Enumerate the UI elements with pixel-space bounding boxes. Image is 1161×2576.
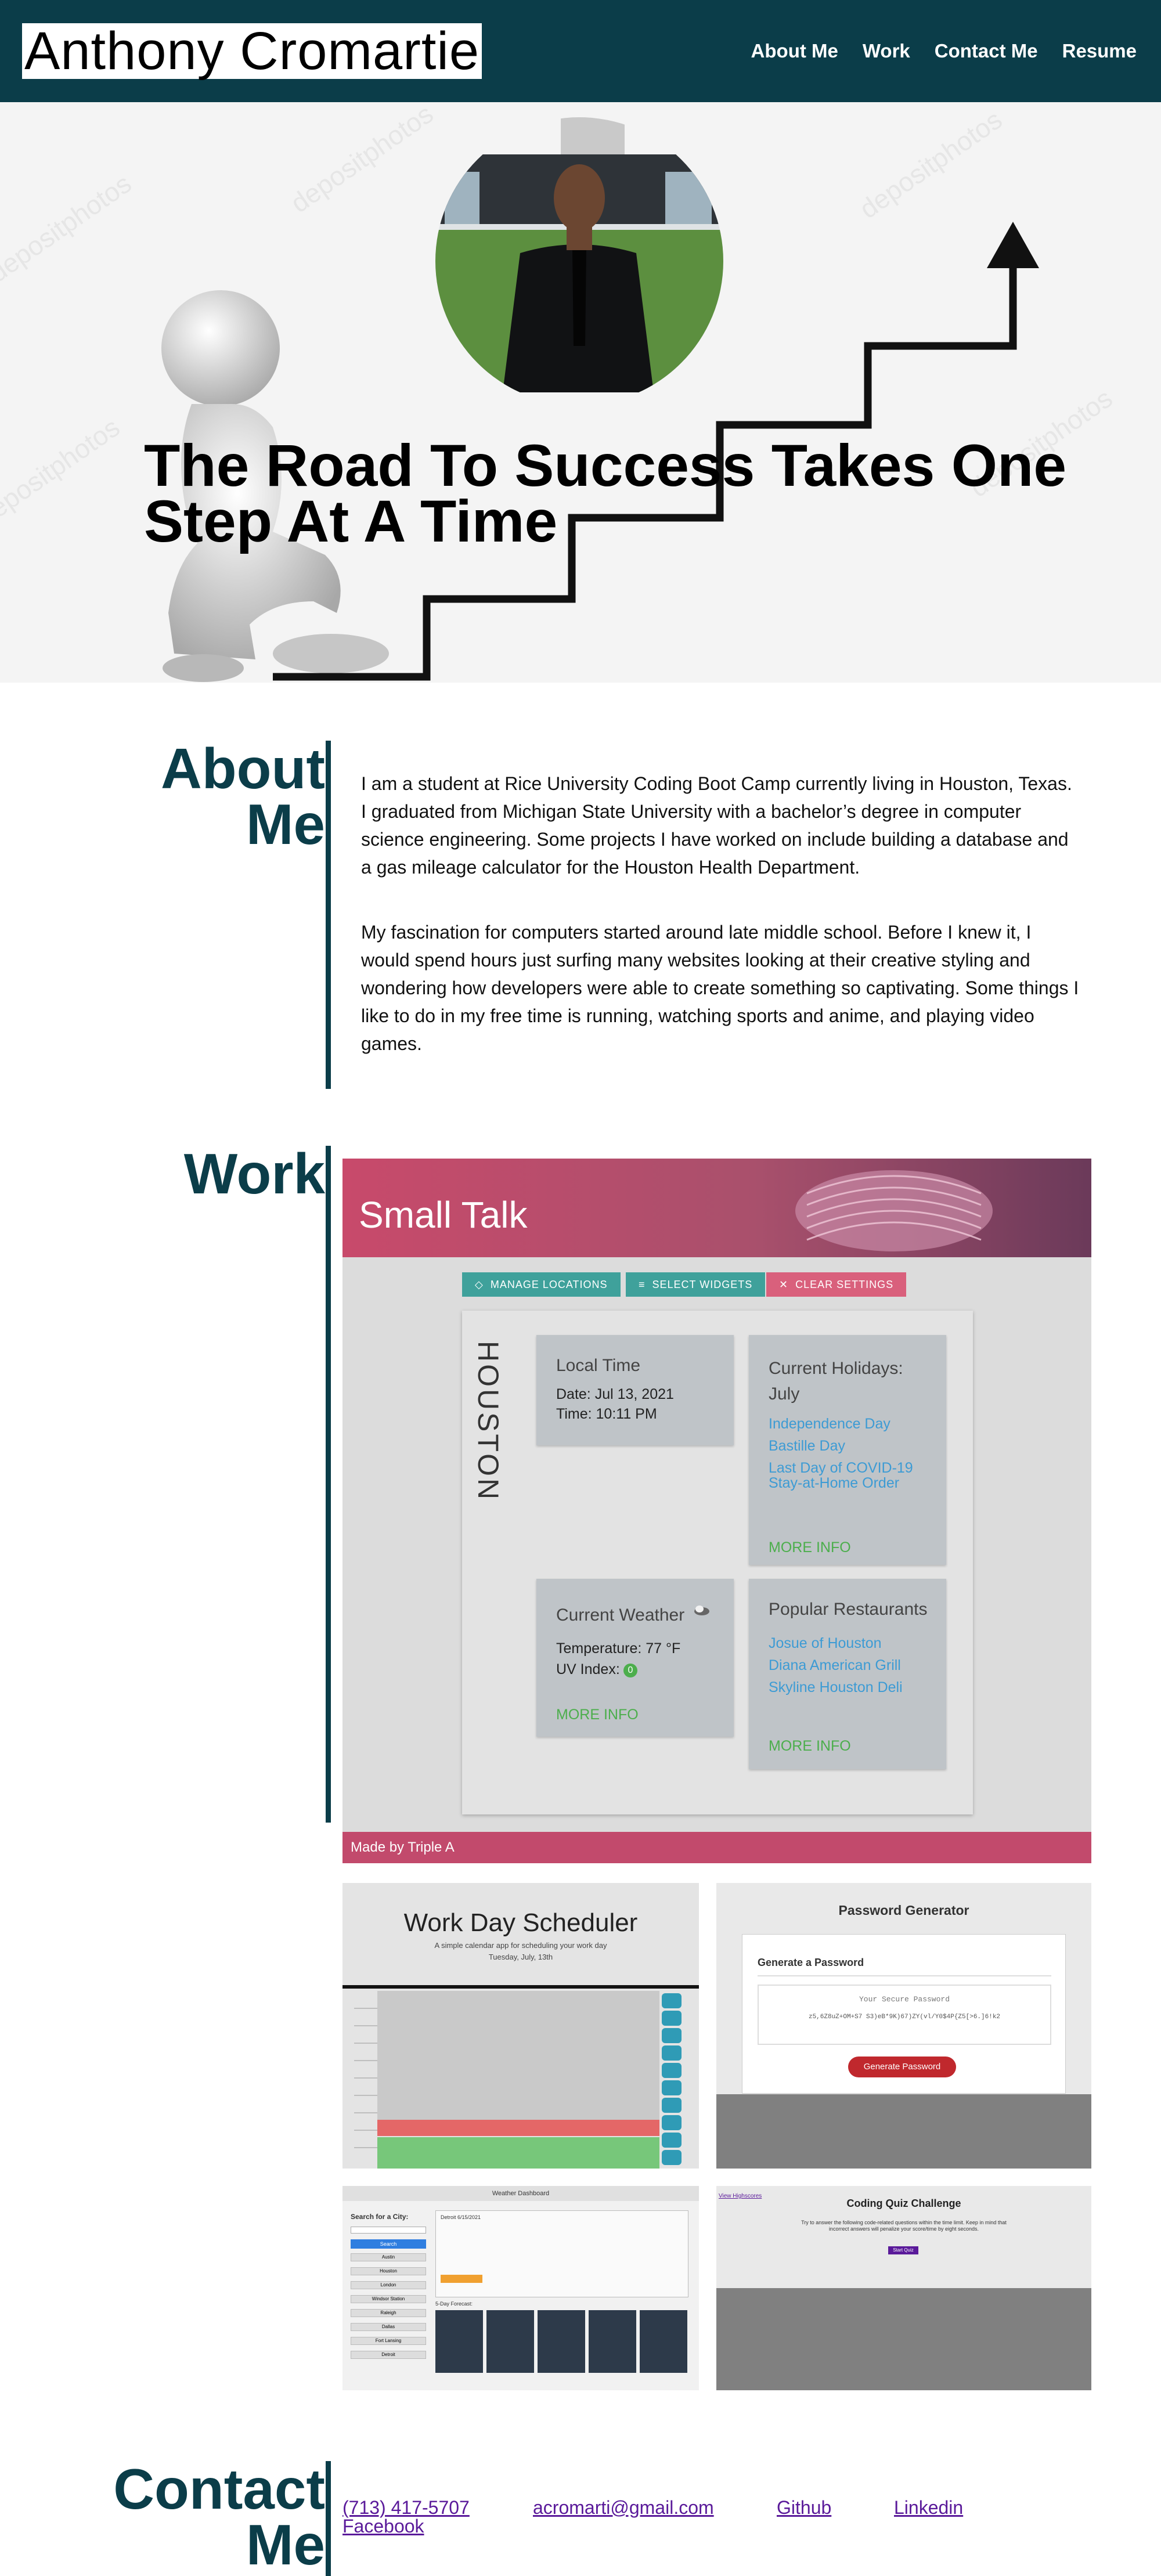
microphone-image <box>795 1170 993 1251</box>
password-output[interactable]: Your Secure Password z5,6Z8uZ+OM+S7 S3)e… <box>758 1985 1051 2045</box>
main-nav: About Me Work Contact Me Resume <box>751 0 1161 102</box>
current-weather: Detroit 6/15/2021 <box>435 2210 688 2297</box>
local-time: Time: 10:11 PM <box>556 1406 657 1422</box>
quiz-title: Coding Quiz Challenge <box>846 2198 961 2209</box>
clear-settings-button[interactable]: ✕ CLEAR SETTINGS <box>766 1272 907 1297</box>
quiz-instructions: Try to answer the following code-related… <box>801 2220 1007 2232</box>
password-card: Generate a Password Your Secure Password… <box>742 1934 1066 2094</box>
uv-label: UV Index: <box>556 1661 620 1677</box>
local-date: Date: Jul 13, 2021 <box>556 1386 674 1402</box>
panel-heading: Local Time <box>556 1356 641 1375</box>
weather-temp: Temperature: 77 °F <box>556 1640 681 1657</box>
password-card-title: Generate a Password <box>758 1957 864 1968</box>
profile-photo <box>435 117 723 392</box>
restaurant-link[interactable]: Diana American Grill <box>769 1658 901 1673</box>
city-name: HOUSTON <box>472 1341 504 1502</box>
city-search-button[interactable]: Search <box>351 2239 426 2249</box>
restaurant-link[interactable]: Josue of Houston <box>769 1636 882 1651</box>
holiday-link[interactable]: Independence Day <box>769 1416 890 1431</box>
city-search-input[interactable] <box>351 2227 426 2234</box>
forecast-cards <box>435 2310 688 2373</box>
email-link[interactable]: acromarti@gmail.com <box>533 2497 714 2519</box>
weather-header: Weather Dashboard <box>342 2186 699 2201</box>
quiz-overlay <box>716 2288 1091 2390</box>
city-history-item[interactable]: Austin <box>351 2253 426 2261</box>
panel-heading: Current Holidays: July <box>769 1359 903 1404</box>
small-talk-footer: Made by Triple A <box>342 1832 1091 1863</box>
nav-about[interactable]: About Me <box>751 40 838 62</box>
local-time-panel: Local Time Date: Jul 13, 2021 Time: 10:1… <box>536 1335 734 1445</box>
restaurants-panel: Popular Restaurants Josue of Houston Dia… <box>749 1579 946 1769</box>
hero-banner: depositphotos depositphotos depositphoto… <box>0 102 1161 683</box>
hero-title: The Road To Success Takes One Step At A … <box>144 432 1067 554</box>
site-header: Anthony Cromartie About Me Work Contact … <box>0 0 1161 102</box>
scheduler-rows <box>342 1991 699 2169</box>
linkedin-link[interactable]: Linkedin <box>894 2497 963 2519</box>
more-info-link[interactable]: MORE INFO <box>769 1738 851 1755</box>
manage-locations-button[interactable]: ◇ MANAGE LOCATIONS <box>462 1272 621 1297</box>
facebook-link[interactable]: Facebook <box>342 2516 424 2537</box>
password-value: z5,6Z8uZ+OM+S7 S3)eB*9K)67)ZY(vl/Y0$4P{Z… <box>808 2014 1001 2021</box>
city-history-item[interactable]: Houston <box>351 2267 426 2275</box>
restaurant-link[interactable]: Skyline Houston Deli <box>769 1680 903 1695</box>
uv-indicator <box>441 2275 482 2283</box>
password-title: Password Generator <box>838 1903 969 1918</box>
panel-heading: Current Weather <box>556 1606 685 1625</box>
scheduler-divider <box>342 1985 699 1989</box>
work-divider <box>326 1146 331 1823</box>
scheduler-subtitle: A simple calendar app for scheduling you… <box>434 1941 607 1950</box>
password-overlay <box>716 2094 1091 2169</box>
city-search-label: Search for a City: <box>351 2213 409 2221</box>
more-info-link[interactable]: MORE INFO <box>556 1706 639 1723</box>
city-history-item[interactable]: Fort Lansing <box>351 2337 426 2345</box>
uv-badge: 0 <box>623 1664 637 1677</box>
city-container: HOUSTON Local Time Date: Jul 13, 2021 Ti… <box>462 1311 973 1814</box>
about-divider <box>326 741 331 1089</box>
password-field-label: Your Secure Password <box>859 1995 950 2004</box>
holidays-panel: Current Holidays: July Independence Day … <box>749 1335 946 1565</box>
start-quiz-button[interactable]: Start Quiz <box>888 2246 918 2254</box>
city-history-item[interactable]: Dallas <box>351 2323 426 2331</box>
contact-divider <box>326 2461 331 2576</box>
brand-name: Anthony Cromartie <box>22 23 482 79</box>
project-coding-quiz[interactable]: View Highscores Coding Quiz Challenge Tr… <box>716 2186 1091 2390</box>
about-title: About Me <box>161 737 325 856</box>
github-link[interactable]: Github <box>777 2497 831 2519</box>
project-password-generator[interactable]: Password Generator Generate a Password Y… <box>716 1883 1091 2169</box>
holiday-link[interactable]: Bastille Day <box>769 1438 845 1453</box>
small-talk-banner: Small Talk <box>342 1159 1091 1257</box>
current-city: Detroit 6/15/2021 <box>441 2214 481 2220</box>
city-history-item[interactable]: Detroit <box>351 2351 426 2359</box>
city-history-item[interactable]: Windsor Station <box>351 2295 426 2303</box>
select-widgets-button[interactable]: ≡ SELECT WIDGETS <box>626 1272 766 1297</box>
nav-work[interactable]: Work <box>863 40 910 62</box>
scheduler-title: Work Day Scheduler <box>403 1908 638 1937</box>
forecast-label: 5-Day Forecast: <box>435 2301 473 2307</box>
city-history-item[interactable]: Raleigh <box>351 2309 426 2317</box>
scheduler-date: Tuesday, July, 13th <box>488 1953 553 1961</box>
about-paragraph: My fascination for computers started aro… <box>361 922 1079 1054</box>
city-history: Austin Houston London Windsor Station Ra… <box>351 2253 426 2365</box>
about-paragraph: I am a student at Rice University Coding… <box>361 773 1072 878</box>
generate-password-button[interactable]: Generate Password <box>848 2057 956 2077</box>
more-info-link[interactable]: MORE INFO <box>769 1539 851 1556</box>
weather-panel: Current Weather Temperature: 77 °F UV In… <box>536 1579 734 1737</box>
panel-heading: Popular Restaurants <box>769 1600 928 1619</box>
nav-contact[interactable]: Contact Me <box>935 40 1038 62</box>
project-small-talk[interactable]: Small Talk ◇ MANAGE LOCATIONS ≡ SELECT W… <box>342 1159 1091 1863</box>
contact-title: Contact Me <box>113 2457 325 2576</box>
small-talk-title: Small Talk <box>359 1194 528 1236</box>
project-work-day-scheduler[interactable]: Work Day Scheduler A simple calendar app… <box>342 1883 699 2169</box>
holiday-link[interactable]: Last Day of COVID-19 Stay-at-Home Order <box>769 1460 914 1491</box>
nav-resume[interactable]: Resume <box>1062 40 1137 62</box>
project-weather-dashboard[interactable]: Weather Dashboard Search for a City: Sea… <box>342 2186 699 2390</box>
city-history-item[interactable]: London <box>351 2281 426 2289</box>
work-title: Work <box>183 1142 325 1206</box>
cloud-icon <box>693 1604 711 1616</box>
